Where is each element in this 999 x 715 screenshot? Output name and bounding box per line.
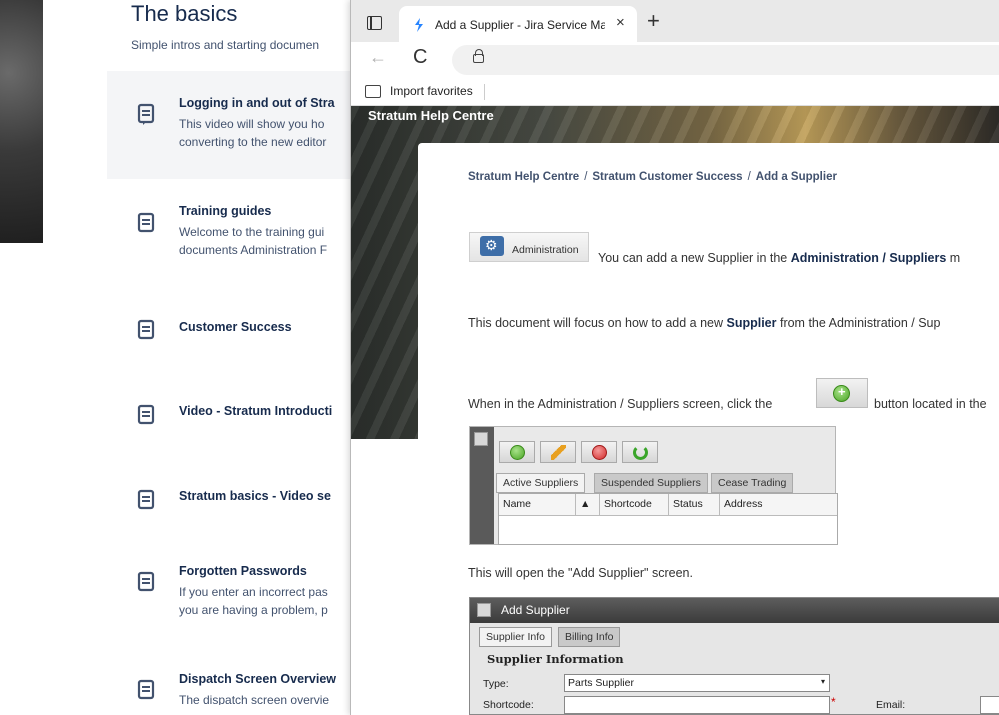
add-supplier-screen-image: Add Supplier Supplier Info Billing Info … (469, 597, 999, 715)
document-icon (137, 404, 155, 425)
article-title[interactable]: Forgotten Passwords (179, 564, 307, 578)
back-icon[interactable]: ← (369, 47, 387, 68)
document-icon (137, 571, 155, 592)
article-title[interactable]: Video - Stratum Introducti (179, 404, 332, 418)
breadcrumb-add-supplier[interactable]: Add a Supplier (756, 171, 837, 183)
breadcrumb-separator: / (584, 171, 588, 183)
paragraph-click-instruction: When in the Administration / Suppliers s… (468, 397, 773, 411)
tab-supplier-info: Supplier Info (479, 627, 552, 647)
supplier-information-heading: Supplier Information (487, 652, 624, 666)
remove-icon (581, 441, 617, 463)
column-address: Address (720, 494, 837, 516)
breadcrumb-separator: / (747, 171, 751, 183)
shortcode-label: Shortcode: (483, 699, 534, 711)
document-icon (137, 489, 155, 510)
add-supplier-titlebar: Add Supplier (470, 598, 999, 623)
section-title: The basics (131, 1, 238, 26)
close-icon[interactable]: × (616, 14, 625, 31)
article-desc: Welcome to the training gui (179, 225, 325, 239)
jira-icon (415, 18, 423, 32)
paragraph-focus: This document will focus on how to add a… (468, 316, 941, 330)
article-desc: If you enter an incorrect pas (179, 585, 328, 599)
article-desc: converting to the new editor (179, 135, 327, 149)
address-bar[interactable] (452, 45, 999, 75)
add-icon (499, 441, 535, 463)
background-image (0, 0, 43, 243)
article-title[interactable]: Training guides (179, 204, 271, 218)
column-shortcode: Shortcode (600, 494, 669, 516)
app-logo-icon (474, 432, 488, 446)
tab-suspended-suppliers: Suspended Suppliers (594, 473, 708, 493)
tab-title: Add a Supplier - Jira Service Man (435, 18, 605, 32)
article-item-stratum-basics[interactable]: Stratum basics - Video se (107, 475, 367, 525)
article-title[interactable]: Logging in and out of Stra (179, 96, 335, 110)
add-button-image (816, 378, 868, 408)
breadcrumb: Stratum Help Centre / Stratum Customer Suc… (468, 171, 837, 183)
reload-icon[interactable]: C (413, 46, 427, 69)
edit-pencil-icon (540, 441, 576, 463)
dropdown-arrow-icon: ▾ (820, 677, 825, 686)
favorites-divider (484, 84, 485, 100)
shortcode-field (564, 696, 830, 714)
sort-ascending-icon: ▲ (576, 494, 600, 516)
section-subtitle: Simple intros and starting documen (131, 38, 320, 52)
article-desc: This video will show you ho (179, 117, 325, 131)
tab-bar: Add a Supplier - Jira Service Man × + (351, 0, 999, 42)
breadcrumb-customer-success[interactable]: Stratum Customer Success (592, 171, 742, 183)
refresh-icon (622, 441, 658, 463)
tab-add-supplier[interactable]: Add a Supplier - Jira Service Man × (399, 6, 637, 42)
article-item-logging[interactable]: Logging in and out of Stra This video wi… (107, 71, 367, 179)
document-icon (137, 212, 155, 233)
screen: The basics Simple intros and starting do… (0, 0, 999, 715)
required-marker: * (831, 695, 836, 709)
article-title[interactable]: Stratum basics - Video se (179, 489, 331, 503)
type-select: Parts Supplier ▾ (564, 674, 830, 692)
document-icon (137, 103, 155, 125)
email-label: Email: (876, 699, 906, 711)
suppliers-grid: Name ▲ Shortcode Status Address (498, 493, 838, 545)
side-strip (470, 427, 494, 544)
article-desc: you are having a problem, p (179, 603, 328, 617)
tab-active-suppliers: Active Suppliers (496, 473, 586, 493)
article-desc: documents Administration F (179, 243, 328, 257)
paragraph-open-screen: This will open the "Add Supplier" screen… (468, 566, 693, 580)
administration-label: Administration (512, 244, 579, 256)
paragraph-click-instruction-tail: button located in the (874, 397, 987, 411)
type-label: Type: (483, 678, 509, 690)
article-item-forgotten-passwords[interactable]: Forgotten Passwords If you enter an inco… (107, 550, 367, 630)
article-desc: The dispatch screen overvie (179, 693, 330, 705)
email-field (980, 696, 999, 714)
administration-button-image: Administration (469, 232, 589, 262)
column-name: Name (499, 494, 576, 516)
add-icon (833, 384, 850, 402)
article-item-customer-success[interactable]: Customer Success (107, 305, 367, 355)
new-tab-icon[interactable]: + (647, 8, 660, 34)
nav-toolbar: ← C (351, 42, 999, 78)
sidebar-toggle-icon[interactable] (367, 16, 382, 30)
article-item-training[interactable]: Training guides Welcome to the training … (107, 190, 367, 270)
article-item-dispatch[interactable]: Dispatch Screen Overview The dispatch sc… (107, 658, 367, 705)
tab-billing-info: Billing Info (558, 627, 621, 647)
favorites-bar: Import favorites (351, 78, 999, 106)
column-status: Status (669, 494, 720, 516)
document-icon (137, 319, 155, 340)
help-centre-title[interactable]: Stratum Help Centre (368, 108, 494, 123)
document-icon (137, 679, 155, 700)
article-title[interactable]: Customer Success (179, 320, 292, 334)
article-item-video-intro[interactable]: Video - Stratum Introducti (107, 390, 367, 440)
tab-cease-trading: Cease Trading (711, 473, 794, 493)
paragraph-intro: You can add a new Supplier in the Admini… (598, 251, 961, 265)
add-supplier-title: Add Supplier (501, 603, 570, 617)
app-logo-icon (477, 603, 491, 617)
administration-icon (480, 236, 504, 256)
import-favorites-link[interactable]: Import favorites (390, 84, 473, 98)
article-title[interactable]: Dispatch Screen Overview (179, 672, 336, 686)
breadcrumb-help-centre[interactable]: Stratum Help Centre (468, 171, 579, 183)
import-favorites-icon (365, 85, 381, 98)
lock-icon[interactable] (473, 49, 484, 63)
suppliers-screen-image: Active Suppliers Suspended Suppliers Cea… (469, 426, 838, 545)
